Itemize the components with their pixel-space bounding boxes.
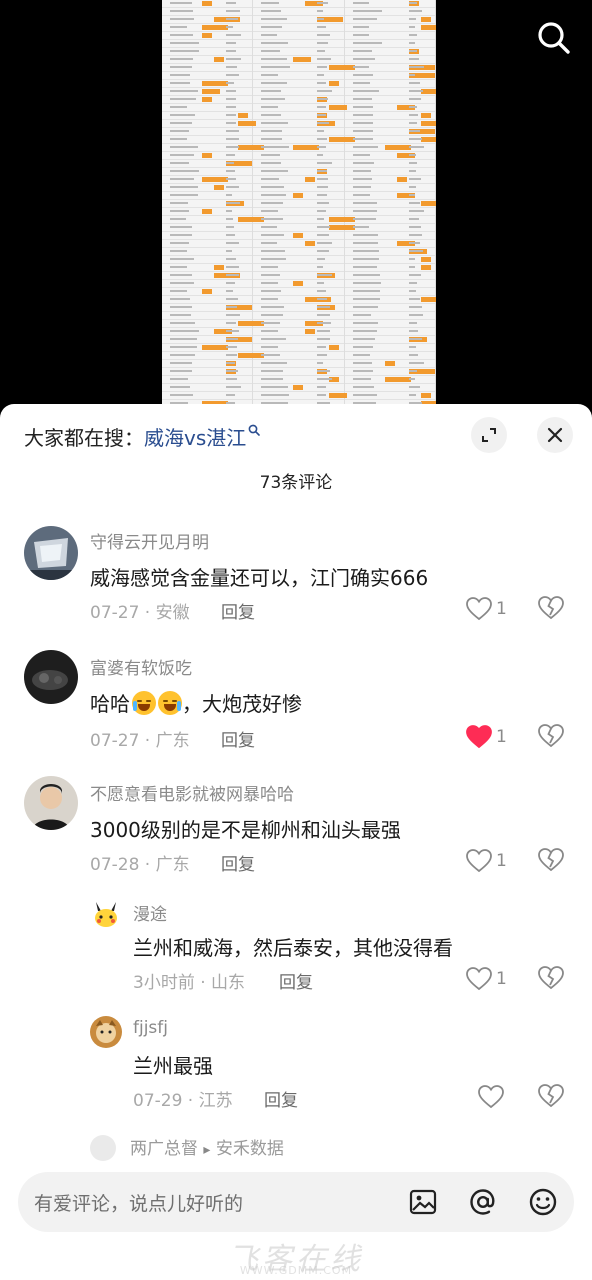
spreadsheet-image bbox=[162, 0, 436, 420]
reply-text: 兰州和威海，然后泰安，其他没得看 bbox=[133, 936, 453, 960]
expand-icon bbox=[482, 428, 496, 442]
like-count: 1 bbox=[496, 969, 507, 989]
avatar[interactable] bbox=[24, 776, 78, 830]
comment-username[interactable]: 不愿意看电影就被网暴哈哈 bbox=[90, 780, 294, 805]
comment-count: 73条评论 bbox=[259, 473, 333, 493]
comment-text-part: 哈哈 bbox=[90, 692, 130, 716]
sheet-column bbox=[344, 0, 436, 420]
like-button[interactable]: 1 bbox=[466, 596, 507, 622]
sheet-column bbox=[162, 0, 264, 420]
emoji-button[interactable] bbox=[527, 1186, 559, 1218]
emoji-icon bbox=[529, 1188, 557, 1216]
like-count: 1 bbox=[496, 599, 507, 619]
dislike-button[interactable] bbox=[538, 848, 564, 874]
like-button[interactable]: 1 bbox=[466, 848, 507, 874]
hot-search-term[interactable]: 威海vs湛江 bbox=[144, 426, 246, 450]
comment-text: 威海感觉含金量还可以，江门确实666 bbox=[90, 566, 429, 590]
search-icon bbox=[538, 22, 570, 54]
like-button[interactable] bbox=[478, 1084, 504, 1110]
avatar[interactable] bbox=[90, 1016, 122, 1048]
reply-button[interactable]: 回复 bbox=[279, 968, 313, 993]
watermark: 飞客在线 WWW.GDMM.COM bbox=[0, 1234, 592, 1278]
like-button[interactable]: 1 bbox=[466, 724, 507, 750]
search-icon bbox=[248, 424, 261, 436]
like-count: 1 bbox=[496, 851, 507, 871]
reply-to-username[interactable]: 安禾数据 bbox=[216, 1139, 284, 1159]
reply-text: 兰州最强 bbox=[133, 1054, 213, 1078]
comment-username[interactable]: 富婆有软饭吃 bbox=[90, 654, 192, 679]
broken-heart-icon bbox=[538, 848, 564, 872]
comment-meta: 07-28 · 广东 bbox=[90, 855, 190, 875]
avatar[interactable] bbox=[90, 898, 122, 930]
avatar[interactable] bbox=[24, 526, 78, 580]
reply-meta: 07-29 · 江苏 bbox=[133, 1091, 233, 1111]
broken-heart-icon bbox=[538, 966, 564, 990]
reply-username[interactable]: 两广总督 bbox=[130, 1139, 198, 1159]
heart-icon bbox=[466, 967, 492, 991]
avatar[interactable] bbox=[24, 650, 78, 704]
broken-heart-icon bbox=[538, 724, 564, 748]
comment-panel: 大家都在搜：威海vs湛江 73条评论 守得云开见月明 威海感觉含金量还可以，江门… bbox=[0, 404, 592, 1280]
reply-meta: 3小时前 · 山东 bbox=[133, 973, 246, 993]
comment-text: 哈哈 ，大炮茂好惨 bbox=[90, 688, 302, 717]
like-count: 1 bbox=[496, 727, 507, 747]
mention-button[interactable] bbox=[467, 1186, 499, 1218]
comment-meta: 07-27 · 安徽 bbox=[90, 603, 190, 623]
comment-text-part: ，大炮茂好惨 bbox=[182, 692, 302, 716]
reply-button[interactable]: 回复 bbox=[264, 1086, 298, 1111]
broken-heart-icon bbox=[538, 1084, 564, 1108]
heart-icon bbox=[466, 597, 492, 621]
expand-button[interactable] bbox=[471, 417, 507, 453]
close-button[interactable] bbox=[537, 417, 573, 453]
reply-username[interactable]: 漫途 bbox=[133, 900, 167, 925]
reply-preview[interactable]: 两广总督 ▸ 安禾数据 bbox=[90, 1134, 284, 1161]
dislike-button[interactable] bbox=[538, 966, 564, 992]
at-icon bbox=[470, 1189, 495, 1215]
crying-laughing-emoji-icon bbox=[132, 691, 156, 715]
dislike-button[interactable] bbox=[538, 724, 564, 750]
hot-search-link[interactable]: 威海vs湛江 bbox=[144, 424, 261, 450]
hot-search-bar: 大家都在搜：威海vs湛江 bbox=[24, 422, 261, 451]
reply-arrow-icon: ▸ bbox=[203, 1142, 211, 1158]
sheet-column bbox=[253, 0, 356, 420]
close-icon bbox=[547, 427, 563, 443]
image-button[interactable] bbox=[407, 1186, 439, 1218]
heart-icon bbox=[466, 849, 492, 873]
heart-icon bbox=[478, 1085, 504, 1109]
crying-laughing-emoji-icon bbox=[158, 691, 182, 715]
broken-heart-icon bbox=[538, 596, 564, 620]
comment-meta: 07-27 · 广东 bbox=[90, 731, 190, 751]
comment-text: 3000级别的是不是柳州和汕头最强 bbox=[90, 818, 401, 842]
like-button[interactable]: 1 bbox=[466, 966, 507, 992]
search-button[interactable] bbox=[534, 18, 574, 58]
reply-button[interactable]: 回复 bbox=[221, 850, 255, 875]
dislike-button[interactable] bbox=[538, 596, 564, 622]
comment-input-placeholder[interactable]: 有爱评论，说点儿好听的 bbox=[34, 1189, 243, 1216]
reply-button[interactable]: 回复 bbox=[221, 726, 255, 751]
image-icon bbox=[409, 1189, 437, 1215]
avatar bbox=[90, 1135, 116, 1161]
watermark-url: WWW.GDMM.COM bbox=[239, 1264, 353, 1277]
reply-button[interactable]: 回复 bbox=[221, 598, 255, 623]
comment-username[interactable]: 守得云开见月明 bbox=[90, 528, 209, 553]
background-image bbox=[0, 0, 592, 420]
hot-search-prefix: 大家都在搜： bbox=[24, 426, 144, 450]
dislike-button[interactable] bbox=[538, 1084, 564, 1110]
heart-icon bbox=[466, 725, 492, 749]
reply-username[interactable]: fjjsfj bbox=[133, 1018, 168, 1038]
comment-input[interactable]: 有爱评论，说点儿好听的 bbox=[18, 1172, 574, 1232]
